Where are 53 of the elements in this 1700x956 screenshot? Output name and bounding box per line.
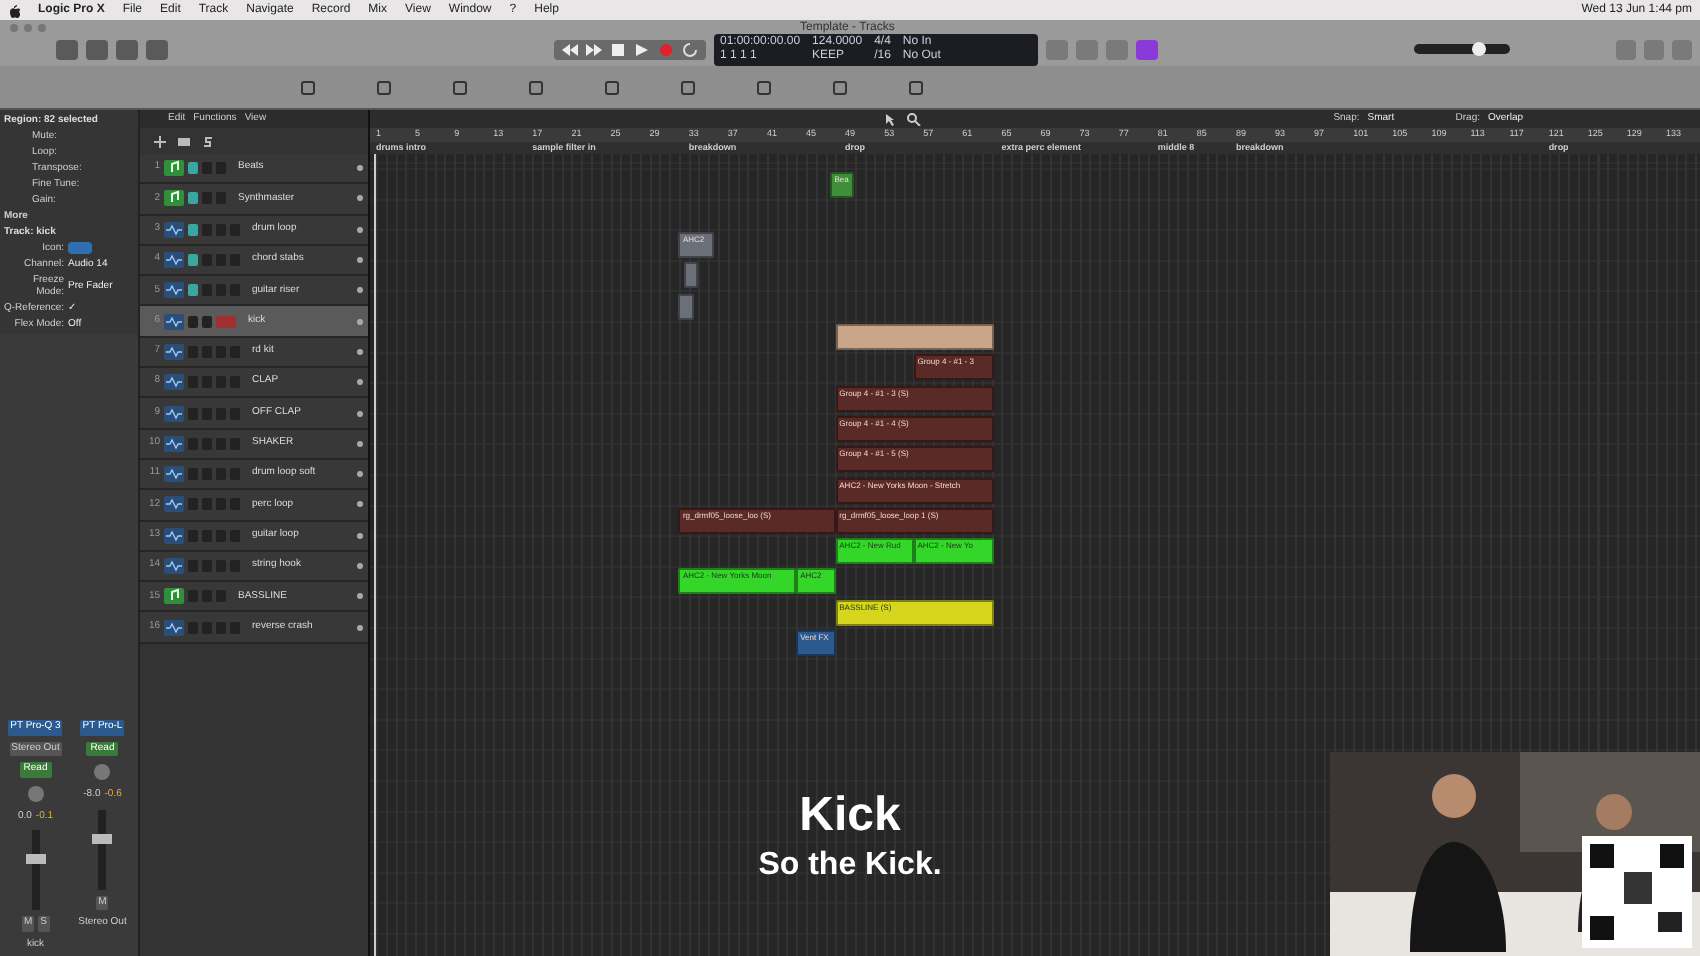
volume-fader[interactable] xyxy=(31,830,40,910)
mute-button[interactable] xyxy=(188,223,198,236)
volume-knob-icon[interactable] xyxy=(356,225,364,234)
region[interactable] xyxy=(678,293,695,320)
volume-knob-icon[interactable] xyxy=(356,470,364,479)
volume-knob-icon[interactable] xyxy=(356,623,364,632)
subtitle-title: Kick xyxy=(799,790,901,842)
master-volume-slider[interactable] xyxy=(1414,44,1511,54)
mute-button[interactable] xyxy=(188,315,198,328)
view-button[interactable] xyxy=(56,39,78,59)
volume-knob-icon[interactable] xyxy=(356,317,364,326)
volume-knob-icon[interactable] xyxy=(356,286,364,295)
volume-knob-icon[interactable] xyxy=(356,562,364,570)
pan-knob[interactable] xyxy=(25,783,46,803)
volume-knob-icon[interactable] xyxy=(356,194,364,203)
view-button[interactable] xyxy=(86,39,108,59)
solo-button[interactable] xyxy=(202,315,212,328)
apple-icon[interactable] xyxy=(8,3,20,17)
volume-knob-icon[interactable] xyxy=(356,409,364,418)
volume-knob-icon[interactable] xyxy=(356,592,364,601)
volume-fader[interactable] xyxy=(98,809,107,889)
volume-knob-icon[interactable] xyxy=(356,347,364,356)
mode-button[interactable] xyxy=(1076,39,1099,59)
pointer-tool-icon[interactable] xyxy=(882,112,898,126)
volume-knob-icon[interactable] xyxy=(356,256,364,265)
subtitle-line: So the Kick. xyxy=(758,846,942,886)
mute-button[interactable] xyxy=(188,284,198,297)
stop-icon[interactable] xyxy=(608,41,628,57)
solo-icon[interactable] xyxy=(200,133,216,149)
cycle-icon[interactable] xyxy=(680,41,700,57)
volume-knob-icon[interactable] xyxy=(356,378,364,387)
view-button[interactable] xyxy=(146,39,168,59)
mode-button[interactable] xyxy=(1106,39,1129,59)
add-track-icon[interactable] xyxy=(152,133,168,149)
play-icon[interactable] xyxy=(632,41,652,57)
region[interactable] xyxy=(683,262,699,289)
pan-knob[interactable] xyxy=(92,762,113,782)
zoom-tool-icon[interactable] xyxy=(906,112,922,126)
mode-button[interactable] xyxy=(1046,39,1069,59)
volume-knob-icon[interactable] xyxy=(356,164,364,173)
track-icon[interactable] xyxy=(68,242,92,254)
duplicate-track-icon[interactable] xyxy=(176,133,192,149)
rewind-icon[interactable] xyxy=(560,41,580,57)
volume-knob-icon[interactable] xyxy=(356,500,364,509)
volume-knob-icon[interactable] xyxy=(356,531,364,540)
view-button[interactable] xyxy=(116,39,138,59)
volume-knob-icon[interactable] xyxy=(356,439,364,448)
mute-button[interactable] xyxy=(188,162,198,175)
mute-button[interactable] xyxy=(188,254,198,267)
mute-button[interactable] xyxy=(188,192,198,205)
region[interactable] xyxy=(835,324,994,350)
fast-forward-icon[interactable] xyxy=(584,41,604,57)
count-in-button[interactable] xyxy=(1136,39,1159,59)
